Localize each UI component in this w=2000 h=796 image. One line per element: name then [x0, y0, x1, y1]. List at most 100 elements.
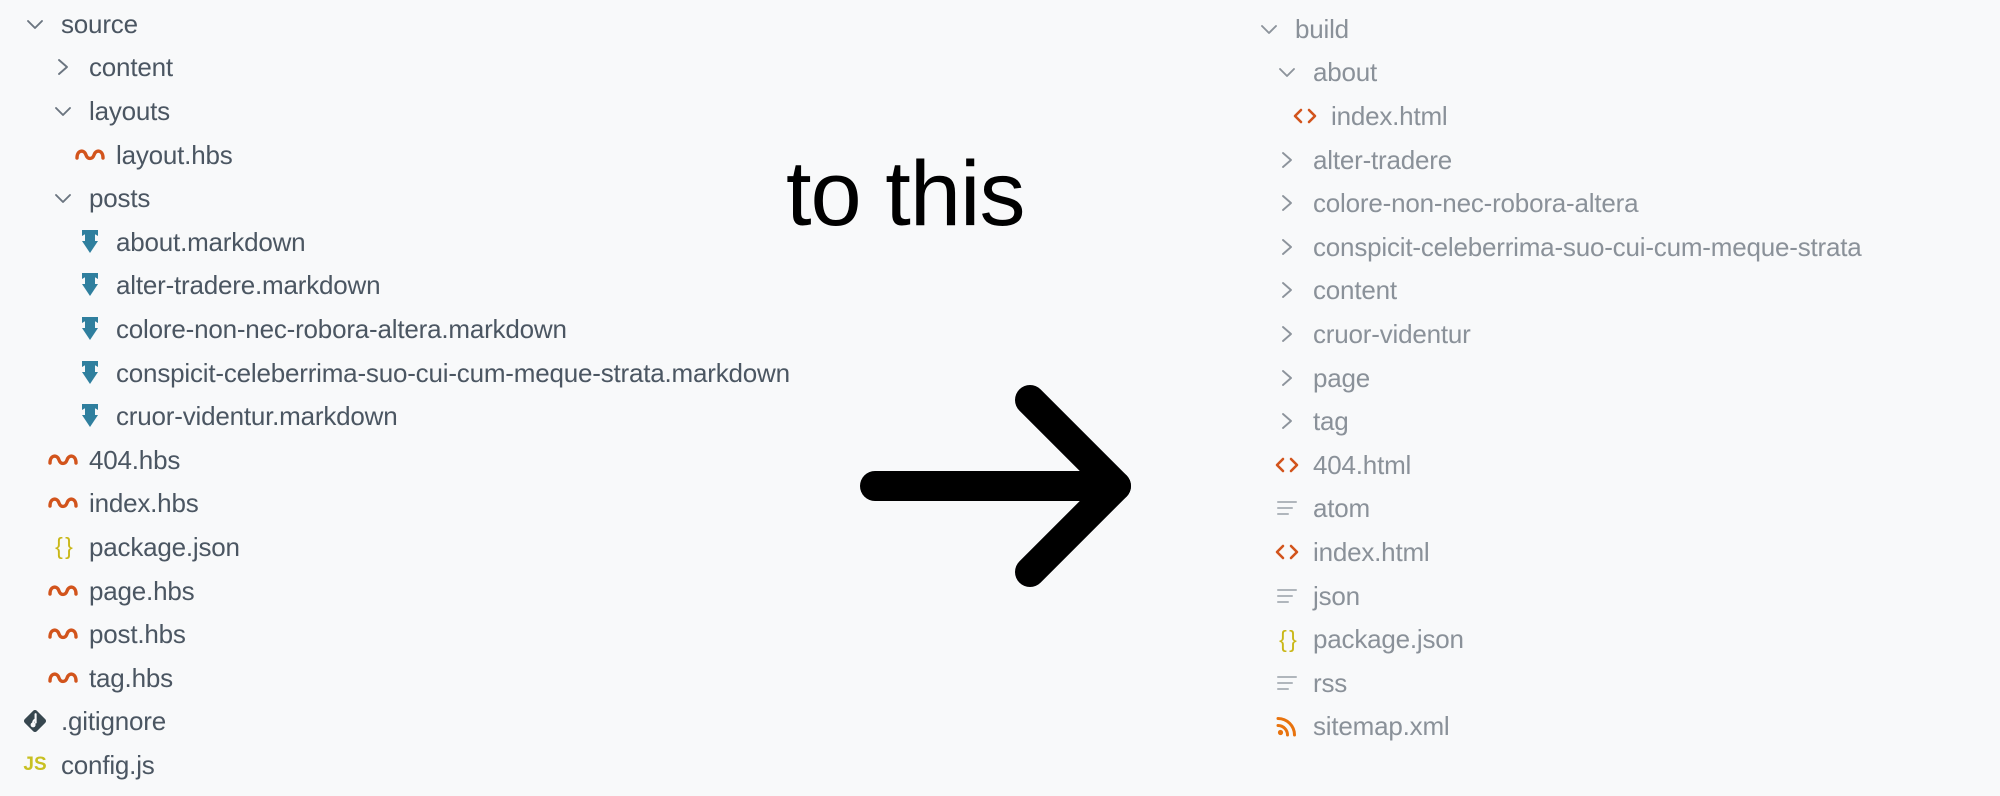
build-file-tree: build about index.html alter-tradere colore-… [1252, 7, 1862, 748]
center-caption: to this [786, 143, 1025, 245]
tree-file-row[interactable]: layout.hbs [0, 133, 790, 177]
tree-item-label: index.html [1313, 536, 1430, 567]
tree-file-row[interactable]: about.markdown [0, 220, 790, 264]
tree-item-label: tag [1313, 406, 1349, 437]
json-icon: { } [1279, 625, 1297, 652]
tree-item-label: build [1295, 13, 1349, 44]
tree-item-label: source [61, 8, 138, 39]
tree-file-row[interactable]: atom [1252, 487, 1862, 531]
tree-item-label: page.hbs [89, 575, 195, 606]
chevron-right-icon[interactable] [1270, 363, 1304, 393]
chevron-down-icon[interactable] [1270, 57, 1304, 87]
tree-item-label: cruor-videntur [1313, 318, 1471, 349]
tree-item-label: sitemap.xml [1313, 711, 1450, 742]
tree-folder-row[interactable]: colore-non-nec-robora-altera [1252, 181, 1862, 225]
text-file-icon [1270, 493, 1304, 523]
tree-file-row[interactable]: colore-non-nec-robora-altera.markdown [0, 307, 790, 351]
tree-folder-row[interactable]: page [1252, 356, 1862, 400]
chevron-right-icon[interactable] [46, 52, 80, 82]
tree-file-row[interactable]: .gitignore [0, 700, 790, 744]
source-file-tree: source content layouts layout.hbs posts about… [0, 2, 790, 787]
arrow-right-icon [858, 380, 1148, 592]
handlebars-icon [73, 140, 107, 170]
tree-file-row[interactable]: index.html [1252, 94, 1862, 138]
tree-folder-row[interactable]: tag [1252, 399, 1862, 443]
tree-file-row[interactable]: page.hbs [0, 569, 790, 613]
tree-item-label: .gitignore [61, 706, 166, 737]
rss-icon [1270, 711, 1304, 741]
tree-file-row[interactable]: 404.hbs [0, 438, 790, 482]
tree-item-label: package.json [89, 531, 240, 562]
tree-folder-row[interactable]: conspicit-celeberrima-suo-cui-cum-meque-… [1252, 225, 1862, 269]
markdown-icon [73, 358, 107, 388]
markdown-icon [73, 401, 107, 431]
tree-file-row[interactable]: json [1252, 574, 1862, 618]
tree-item-label: colore-non-nec-robora-altera.markdown [116, 313, 567, 344]
chevron-right-icon[interactable] [1270, 232, 1304, 262]
tree-folder-row[interactable]: content [0, 46, 790, 90]
chevron-down-icon[interactable] [18, 9, 52, 39]
markdown-icon [73, 314, 107, 344]
tree-item-label: layout.hbs [116, 139, 233, 170]
tree-item-label: 404.hbs [89, 444, 181, 475]
tree-item-label: config.js [61, 749, 155, 780]
chevron-down-icon[interactable] [46, 183, 80, 213]
tree-file-row[interactable]: index.html [1252, 530, 1862, 574]
markdown-icon [73, 270, 107, 300]
tree-item-label: page [1313, 362, 1371, 393]
tree-item-label: atom [1313, 493, 1371, 524]
tree-item-label: colore-non-nec-robora-altera [1313, 188, 1639, 219]
tree-folder-row[interactable]: posts [0, 176, 790, 220]
git-icon [18, 706, 52, 736]
tree-file-row[interactable]: conspicit-celeberrima-suo-cui-cum-meque-… [0, 351, 790, 395]
tree-item-label: about [1313, 57, 1378, 88]
tree-item-label: alter-tradere [1313, 144, 1453, 175]
tree-item-label: layouts [89, 95, 170, 126]
tree-file-row[interactable]: tag.hbs [0, 656, 790, 700]
tree-item-label: index.html [1331, 100, 1448, 131]
chevron-right-icon[interactable] [1270, 406, 1304, 436]
tree-folder-row[interactable]: about [1252, 51, 1862, 95]
tree-item-label: conspicit-celeberrima-suo-cui-cum-meque-… [1313, 231, 1862, 262]
tree-item-label: index.hbs [89, 488, 199, 519]
tree-file-row[interactable]: post.hbs [0, 612, 790, 656]
handlebars-icon [46, 663, 80, 693]
chevron-right-icon[interactable] [1270, 319, 1304, 349]
tree-item-label: post.hbs [89, 619, 186, 650]
chevron-down-icon[interactable] [1252, 14, 1286, 44]
handlebars-icon [46, 445, 80, 475]
tree-folder-row[interactable]: source [0, 2, 790, 46]
javascript-icon: JS [23, 754, 47, 776]
tree-file-row[interactable]: sitemap.xml [1252, 705, 1862, 749]
tree-item-label: tag.hbs [89, 662, 173, 693]
tree-item-label: package.json [1313, 624, 1464, 655]
tree-file-row[interactable]: cruor-videntur.markdown [0, 394, 790, 438]
chevron-right-icon[interactable] [1270, 188, 1304, 218]
tree-file-row[interactable]: JS config.js [0, 743, 790, 787]
json-icon: { } [55, 533, 73, 560]
chevron-down-icon[interactable] [46, 96, 80, 126]
tree-item-label: cruor-videntur.markdown [116, 401, 398, 432]
chevron-right-icon[interactable] [1270, 145, 1304, 175]
tree-item-label: alter-tradere.markdown [116, 270, 381, 301]
tree-file-row[interactable]: rss [1252, 661, 1862, 705]
tree-file-row[interactable]: { } package.json [0, 525, 790, 569]
tree-folder-row[interactable]: cruor-videntur [1252, 312, 1862, 356]
text-file-icon [1270, 668, 1304, 698]
tree-file-row[interactable]: index.hbs [0, 482, 790, 526]
handlebars-icon [46, 576, 80, 606]
tree-item-label: content [1313, 275, 1397, 306]
tree-item-label: posts [89, 183, 151, 214]
tree-folder-row[interactable]: alter-tradere [1252, 138, 1862, 182]
tree-folder-row[interactable]: build [1252, 7, 1862, 51]
tree-folder-row[interactable]: content [1252, 269, 1862, 313]
tree-file-row[interactable]: 404.html [1252, 443, 1862, 487]
tree-file-row[interactable]: alter-tradere.markdown [0, 264, 790, 308]
tree-folder-row[interactable]: layouts [0, 89, 790, 133]
html-icon [1270, 537, 1304, 567]
chevron-right-icon[interactable] [1270, 275, 1304, 305]
tree-item-label: conspicit-celeberrima-suo-cui-cum-meque-… [116, 357, 790, 388]
markdown-icon [73, 227, 107, 257]
handlebars-icon [46, 619, 80, 649]
tree-file-row[interactable]: { } package.json [1252, 617, 1862, 661]
